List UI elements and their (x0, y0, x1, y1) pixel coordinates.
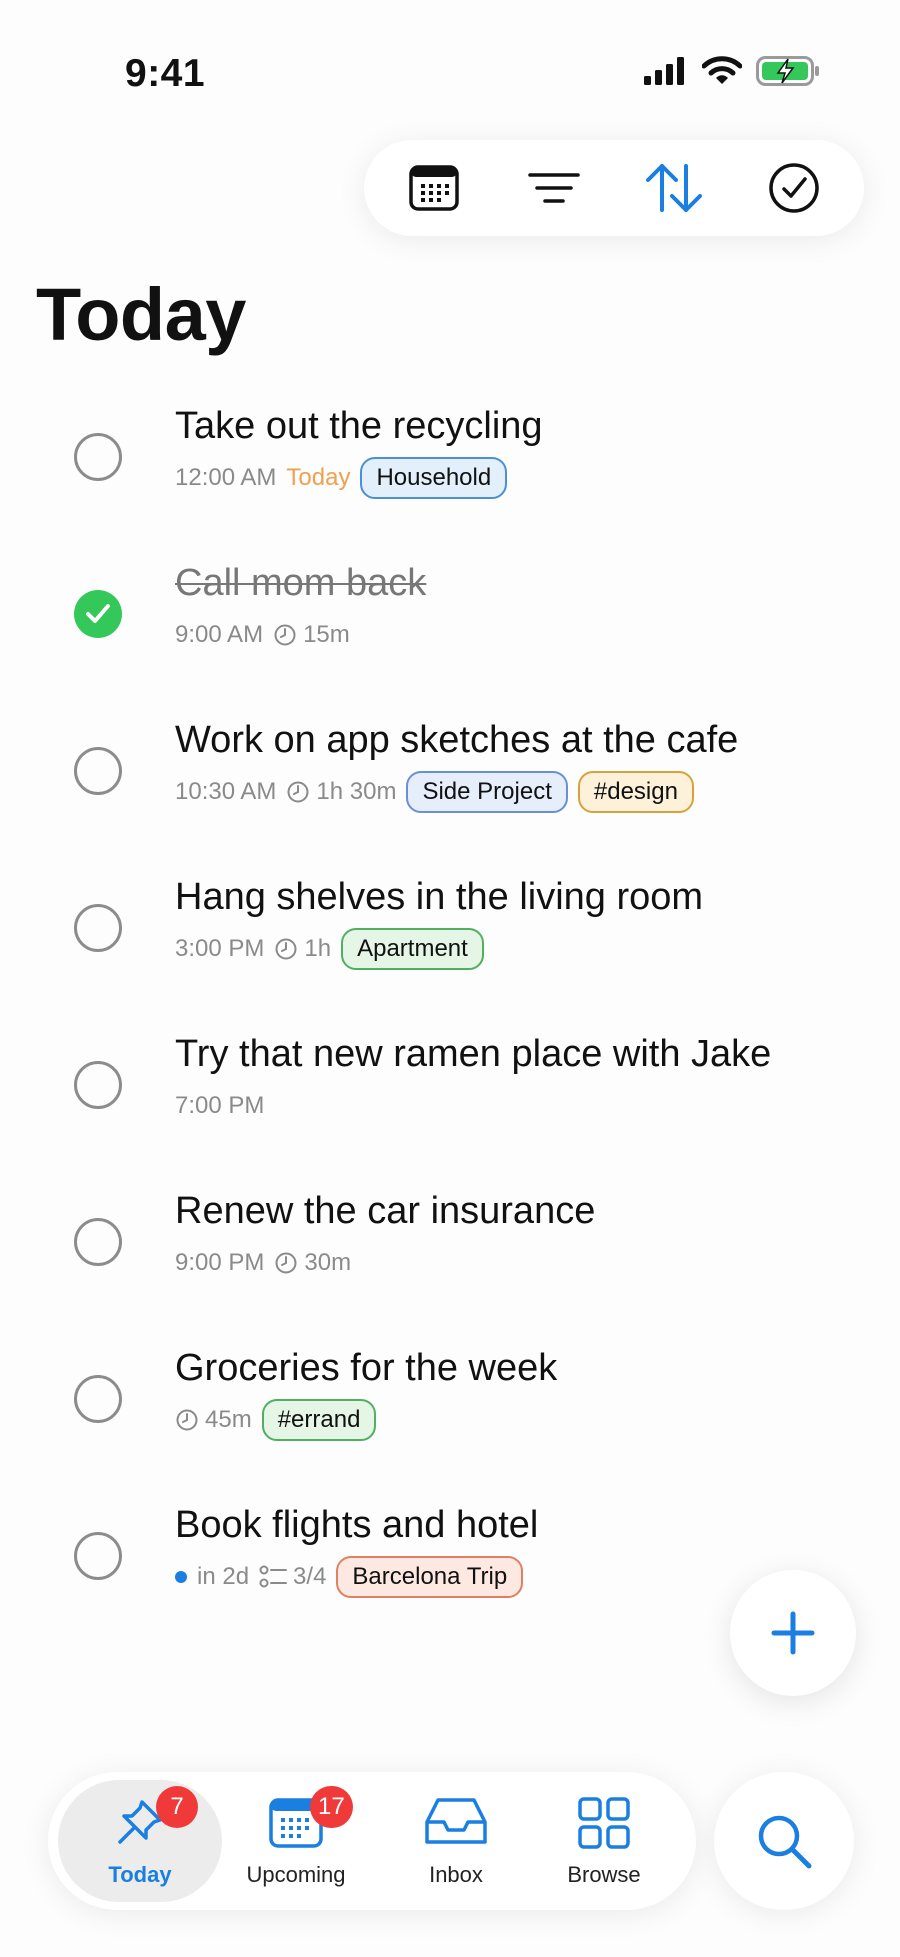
task-checkbox[interactable] (74, 1061, 122, 1109)
task-title: Book flights and hotel (175, 1504, 539, 1546)
tab-today[interactable]: 7 Today (58, 1780, 222, 1902)
tab-badge: 7 (156, 1786, 198, 1828)
task-meta: 7:00 PM (175, 1085, 264, 1127)
task-title: Take out the recycling (175, 405, 543, 447)
task-checkbox[interactable] (74, 433, 122, 481)
task-row[interactable]: Try that new ramen place with Jake 7:00 … (0, 1013, 900, 1170)
task-row[interactable]: Call mom back 9:00 AM 15m (0, 542, 900, 699)
project-tag-household[interactable]: Household (360, 457, 508, 499)
task-time: 9:00 AM (175, 621, 264, 648)
task-duration-text: 45m (205, 1406, 252, 1433)
task-checkbox[interactable] (74, 1218, 122, 1266)
sort-icon (646, 164, 702, 212)
today-screen: 9:41 Today Take out the recycling 12:00 … (0, 0, 900, 1957)
task-list: Take out the recycling 12:00 AM Today Ho… (0, 385, 900, 1641)
cellular-signal-icon (644, 57, 684, 85)
tab-label: Browse (567, 1862, 641, 1887)
task-row[interactable]: Groceries for the week 45m #errand (0, 1327, 900, 1484)
clock-icon (275, 938, 297, 960)
project-tag-apartment[interactable]: Apartment (341, 928, 484, 970)
task-title: Hang shelves in the living room (175, 876, 704, 918)
task-time: 3:00 PM (175, 935, 265, 962)
grid-icon (578, 1797, 630, 1849)
task-meta: 9:00 AM 15m (175, 614, 350, 656)
checkmark-icon (86, 604, 110, 623)
subtasks-icon (259, 1565, 288, 1588)
clock-icon (274, 624, 296, 646)
task-duration: 1h (274, 935, 331, 963)
task-meta: in 2d 3/4 Barcelona Trip (175, 1556, 524, 1598)
task-checkbox[interactable] (74, 904, 122, 952)
task-row[interactable]: Take out the recycling 12:00 AM Today Ho… (0, 385, 900, 542)
task-checkbox-checked[interactable] (74, 590, 122, 638)
task-subtasks-text: 3/4 (293, 1563, 327, 1590)
tab-inbox[interactable]: Inbox (374, 1780, 538, 1902)
task-title: Renew the car insurance (175, 1190, 596, 1232)
task-row[interactable]: Work on app sketches at the cafe 10:30 A… (0, 699, 900, 856)
task-time: 7:00 PM (175, 1092, 265, 1119)
task-duration: 15m (273, 621, 350, 649)
task-time: 9:00 PM (175, 1249, 265, 1276)
task-title: Try that new ramen place with Jake (175, 1033, 772, 1075)
tab-label: Upcoming (246, 1862, 346, 1887)
sort-button[interactable] (634, 148, 714, 228)
task-subtasks: 3/4 (259, 1563, 326, 1591)
task-title: Work on app sketches at the cafe (175, 719, 739, 761)
clock-icon (275, 1252, 297, 1274)
due-dot-icon (175, 1571, 187, 1583)
status-time: 9:41 (125, 52, 206, 95)
task-meta: 3:00 PM 1h Apartment (175, 928, 484, 970)
clock-icon (287, 781, 309, 803)
page-title: Today (36, 273, 246, 356)
task-meta: 9:00 PM 30m (175, 1242, 351, 1284)
search-icon (758, 1815, 812, 1869)
task-checkbox[interactable] (74, 1532, 122, 1580)
inbox-tray-icon (425, 1798, 487, 1844)
search-button[interactable] (714, 1772, 854, 1910)
task-due: in 2d (197, 1563, 250, 1590)
project-tag-barcelona-trip[interactable]: Barcelona Trip (336, 1556, 524, 1598)
tab-label: Today (108, 1862, 172, 1887)
task-row[interactable]: Renew the car insurance 9:00 PM 30m (0, 1170, 900, 1327)
add-task-button[interactable] (730, 1570, 856, 1696)
task-row[interactable]: Hang shelves in the living room 3:00 PM … (0, 856, 900, 1013)
task-checkbox[interactable] (74, 747, 122, 795)
task-meta: 10:30 AM 1h 30m Side Project #design (175, 771, 694, 813)
filter-icon (528, 173, 580, 203)
calendar-view-button[interactable] (394, 148, 474, 228)
battery-charging-icon (756, 56, 819, 86)
bottom-tab-bar: 7 Today 17 Upcoming Inbox Browse (48, 1772, 696, 1910)
checkmark-circle-icon (769, 163, 819, 213)
task-checkbox[interactable] (74, 1375, 122, 1423)
task-title: Groceries for the week (175, 1347, 558, 1389)
filter-button[interactable] (514, 148, 594, 228)
tab-badge: 17 (310, 1786, 353, 1828)
label-tag-errand[interactable]: #errand (261, 1399, 377, 1441)
task-meta: 12:00 AM Today Household (175, 457, 508, 499)
task-duration-text: 1h 30m (316, 778, 397, 805)
task-time: 12:00 AM (175, 464, 277, 491)
task-duration: 30m (274, 1249, 351, 1277)
task-duration-text: 15m (303, 621, 350, 648)
calendar-icon (409, 165, 459, 211)
tab-upcoming[interactable]: 17 Upcoming (214, 1780, 378, 1902)
top-toolbar (364, 140, 864, 236)
task-date-label: Today (286, 464, 351, 491)
tab-label: Inbox (429, 1862, 483, 1887)
task-duration: 1h 30m (286, 778, 396, 806)
task-title: Call mom back (175, 562, 427, 604)
task-duration-text: 30m (304, 1249, 352, 1276)
status-icons (644, 56, 820, 86)
wifi-icon (702, 56, 742, 84)
completed-toggle-button[interactable] (754, 148, 834, 228)
task-time: 10:30 AM (175, 778, 277, 805)
tab-browse[interactable]: Browse (522, 1780, 686, 1902)
task-duration: 45m (175, 1406, 252, 1434)
plus-icon (771, 1611, 815, 1655)
task-meta: 45m #errand (175, 1399, 377, 1441)
task-duration-text: 1h (304, 935, 332, 962)
project-tag-side-project[interactable]: Side Project (406, 771, 568, 813)
label-tag-design[interactable]: #design (577, 771, 694, 813)
clock-icon (176, 1409, 198, 1431)
